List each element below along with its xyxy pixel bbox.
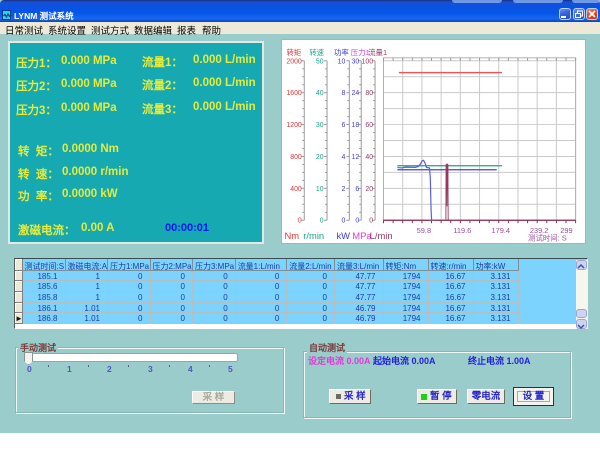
svg-text:1200: 1200 xyxy=(286,122,302,129)
svg-text:100: 100 xyxy=(362,58,374,65)
svg-text:30: 30 xyxy=(352,58,360,65)
svg-text:r/min: r/min xyxy=(303,230,324,241)
svg-text:0: 0 xyxy=(320,218,324,225)
svg-text:10: 10 xyxy=(338,58,346,65)
svg-text:40: 40 xyxy=(316,90,324,97)
svg-text:8: 8 xyxy=(342,90,346,97)
svg-text:转速: 转速 xyxy=(309,47,324,57)
svg-text:800: 800 xyxy=(290,154,302,161)
svg-text:测试时间: S: 测试时间: S xyxy=(528,233,567,243)
svg-text:12: 12 xyxy=(352,154,360,161)
svg-text:4: 4 xyxy=(342,154,346,161)
svg-text:60: 60 xyxy=(365,122,373,129)
svg-text:179.4: 179.4 xyxy=(491,226,510,235)
svg-text:0: 0 xyxy=(369,218,373,225)
svg-text:400: 400 xyxy=(290,186,302,193)
svg-text:功率: 功率 xyxy=(334,47,349,57)
svg-text:24: 24 xyxy=(352,90,360,97)
svg-text:流量1: 流量1 xyxy=(368,47,387,57)
svg-text:6: 6 xyxy=(355,186,359,193)
svg-text:6: 6 xyxy=(342,122,346,129)
svg-text:Nm: Nm xyxy=(284,230,299,241)
svg-text:10: 10 xyxy=(316,186,324,193)
svg-text:119.6: 119.6 xyxy=(453,226,471,235)
svg-text:L/min: L/min xyxy=(370,230,393,241)
svg-text:转矩: 转矩 xyxy=(286,47,301,57)
svg-text:59.8: 59.8 xyxy=(417,226,431,235)
svg-text:2: 2 xyxy=(342,186,346,193)
svg-text:1600: 1600 xyxy=(286,90,302,97)
svg-text:18: 18 xyxy=(352,122,360,129)
svg-text:20: 20 xyxy=(365,186,373,193)
svg-text:2000: 2000 xyxy=(286,58,302,65)
svg-text:30: 30 xyxy=(316,122,324,129)
svg-text:20: 20 xyxy=(316,154,324,161)
svg-text:0: 0 xyxy=(298,218,302,225)
svg-text:0: 0 xyxy=(355,218,359,225)
svg-text:40: 40 xyxy=(365,154,373,161)
svg-text:50: 50 xyxy=(316,58,324,65)
svg-text:0: 0 xyxy=(342,218,346,225)
svg-text:80: 80 xyxy=(365,90,373,97)
svg-text:压力1: 压力1 xyxy=(351,47,370,57)
svg-text:kW: kW xyxy=(336,230,350,241)
